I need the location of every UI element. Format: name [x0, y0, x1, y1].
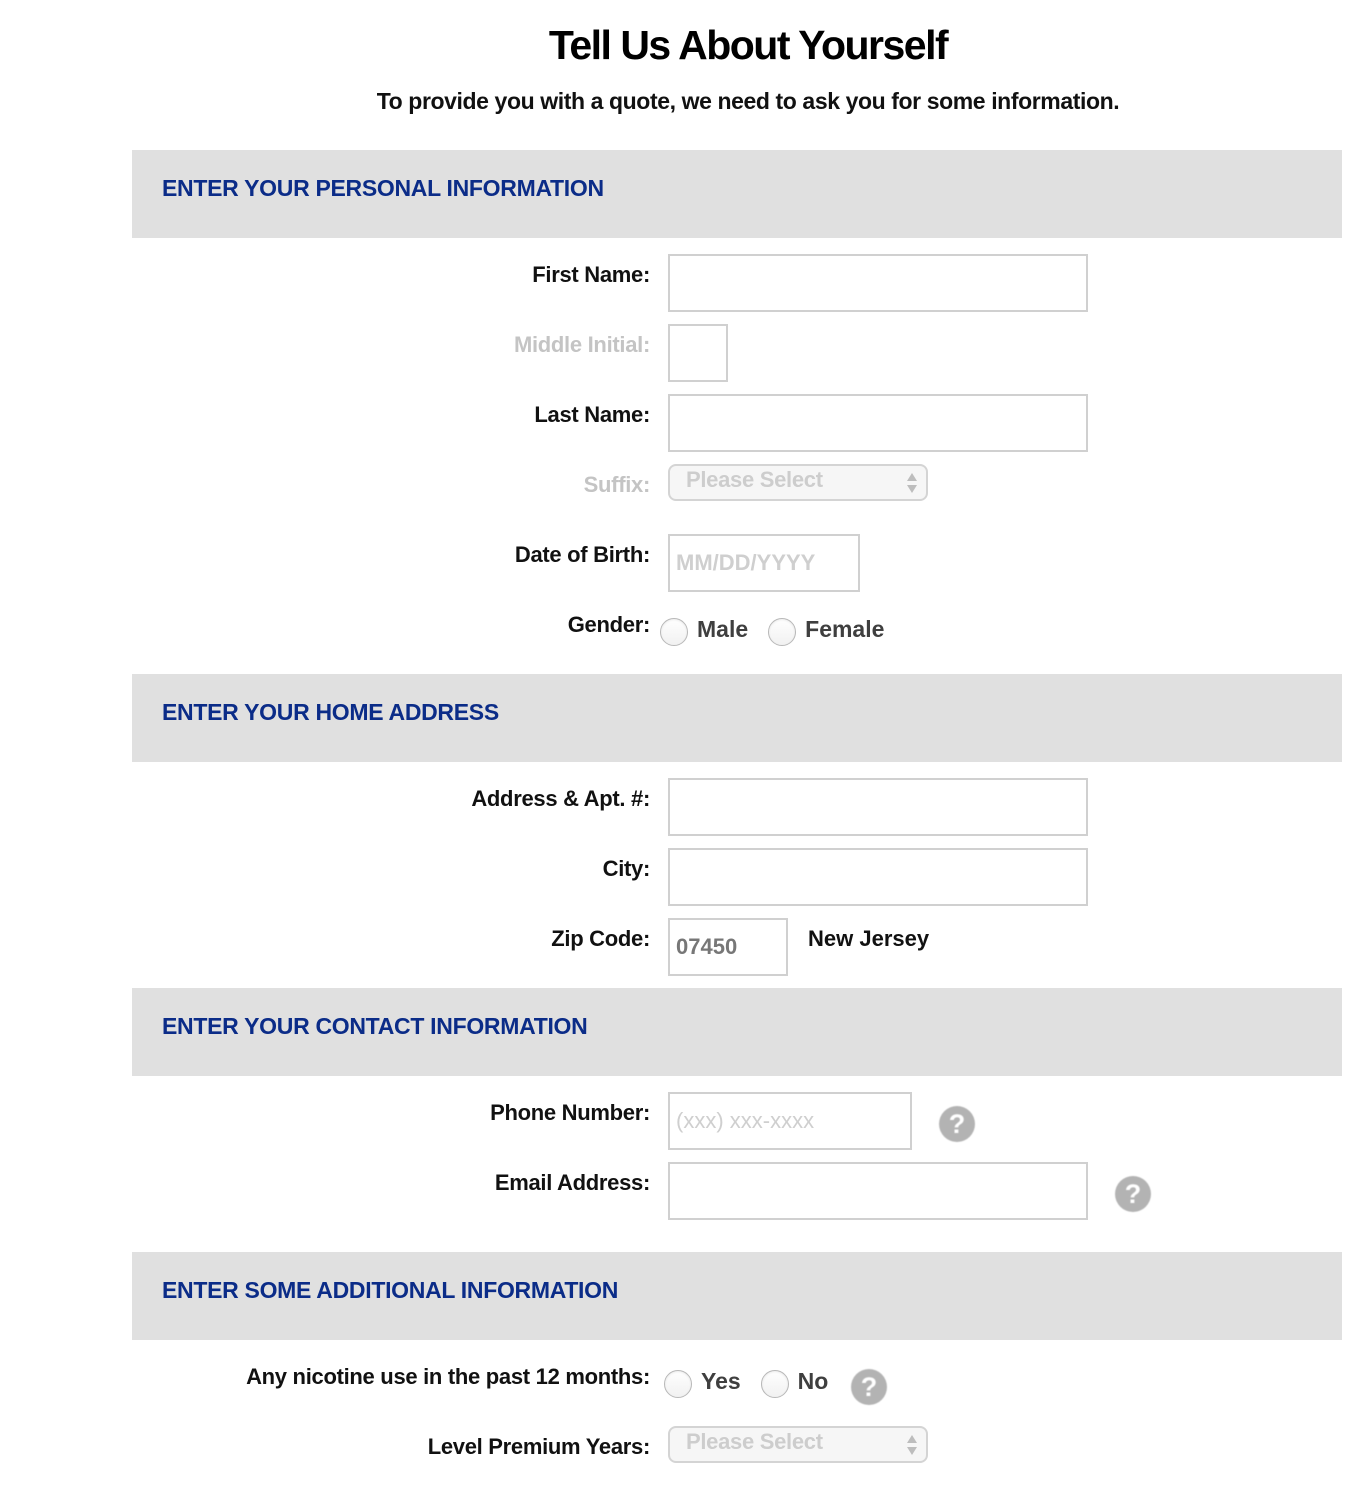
level-premium-select-value: Please Select [686, 1429, 823, 1454]
section-heading: ENTER YOUR PERSONAL INFORMATION [162, 175, 604, 201]
suffix-label: Suffix: [583, 472, 651, 497]
section-header-address: ENTER YOUR HOME ADDRESS [132, 674, 1342, 762]
nicotine-radio-group: Yes No [664, 1364, 848, 1398]
section-header-personal: ENTER YOUR PERSONAL INFORMATION [132, 150, 1342, 238]
middle-initial-label: Middle Initial: [513, 332, 650, 357]
nicotine-yes-label[interactable]: Yes [701, 1368, 741, 1395]
dob-input[interactable] [668, 534, 860, 592]
first-name-label: First Name: [532, 262, 650, 287]
suffix-select[interactable]: Please Select [668, 464, 928, 501]
zip-label: Zip Code: [551, 926, 650, 951]
city-label: City: [602, 856, 651, 881]
last-name-input[interactable] [668, 394, 1088, 452]
nicotine-yes-radio[interactable] [664, 1370, 692, 1398]
section-header-contact: ENTER YOUR CONTACT INFORMATION [132, 988, 1342, 1076]
nicotine-label: Any nicotine use in the past 12 months: [246, 1364, 650, 1389]
select-arrows-icon [907, 1435, 917, 1455]
page-subtitle: To provide you with a quote, we need to … [376, 88, 1120, 114]
nicotine-no-label[interactable]: No [798, 1368, 829, 1395]
level-premium-label: Level Premium Years: [427, 1434, 651, 1459]
gender-male-label[interactable]: Male [697, 616, 748, 643]
state-name: New Jersey [808, 926, 930, 951]
section-header-additional: ENTER SOME ADDITIONAL INFORMATION [132, 1252, 1342, 1340]
gender-female-radio[interactable] [768, 618, 797, 646]
email-input[interactable] [668, 1162, 1088, 1220]
level-premium-select[interactable]: Please Select [668, 1426, 928, 1463]
address-label: Address & Apt. #: [471, 786, 650, 811]
last-name-label: Last Name: [534, 402, 650, 427]
first-name-input[interactable] [668, 254, 1088, 312]
zip-input[interactable] [668, 918, 788, 976]
suffix-select-value: Please Select [686, 467, 823, 492]
nicotine-help-icon[interactable]: ? [851, 1369, 887, 1405]
address-input[interactable] [668, 778, 1088, 836]
section-heading: ENTER YOUR CONTACT INFORMATION [162, 1013, 588, 1039]
section-heading: ENTER YOUR HOME ADDRESS [162, 699, 499, 725]
middle-initial-input[interactable] [668, 324, 728, 382]
city-input[interactable] [668, 848, 1088, 906]
dob-label: Date of Birth: [514, 542, 650, 567]
email-help-icon[interactable]: ? [1115, 1176, 1151, 1212]
page-title: Tell Us About Yourself [548, 22, 949, 68]
gender-female-label[interactable]: Female [805, 616, 884, 643]
gender-label: Gender: [567, 612, 651, 637]
email-label: Email Address: [494, 1170, 650, 1195]
select-arrows-icon [907, 473, 917, 493]
gender-radio-group: Male Female [660, 612, 904, 646]
phone-label: Phone Number: [490, 1100, 650, 1125]
phone-help-icon[interactable]: ? [939, 1106, 975, 1142]
gender-male-radio[interactable] [660, 618, 688, 646]
phone-input[interactable] [668, 1092, 912, 1150]
nicotine-no-radio[interactable] [760, 1370, 789, 1398]
section-heading: ENTER SOME ADDITIONAL INFORMATION [162, 1277, 619, 1303]
